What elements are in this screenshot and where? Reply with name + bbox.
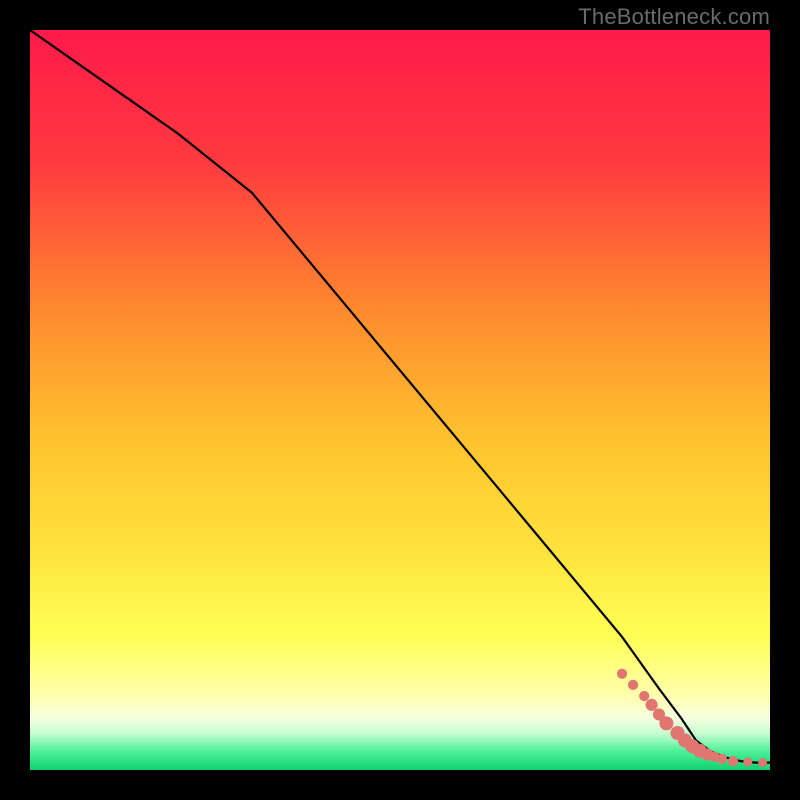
- data-dot: [617, 669, 627, 679]
- data-dot: [743, 757, 752, 766]
- watermark-text: TheBottleneck.com: [578, 4, 770, 30]
- data-dot: [758, 758, 767, 767]
- data-dot: [628, 680, 638, 690]
- data-dot: [728, 756, 738, 766]
- chart-plot: [30, 30, 770, 770]
- data-dot: [646, 699, 658, 711]
- chart-frame: TheBottleneck.com: [0, 0, 800, 800]
- data-dot: [639, 691, 649, 701]
- data-dot: [659, 716, 673, 730]
- gradient-background: [30, 30, 770, 770]
- data-dot: [717, 754, 727, 764]
